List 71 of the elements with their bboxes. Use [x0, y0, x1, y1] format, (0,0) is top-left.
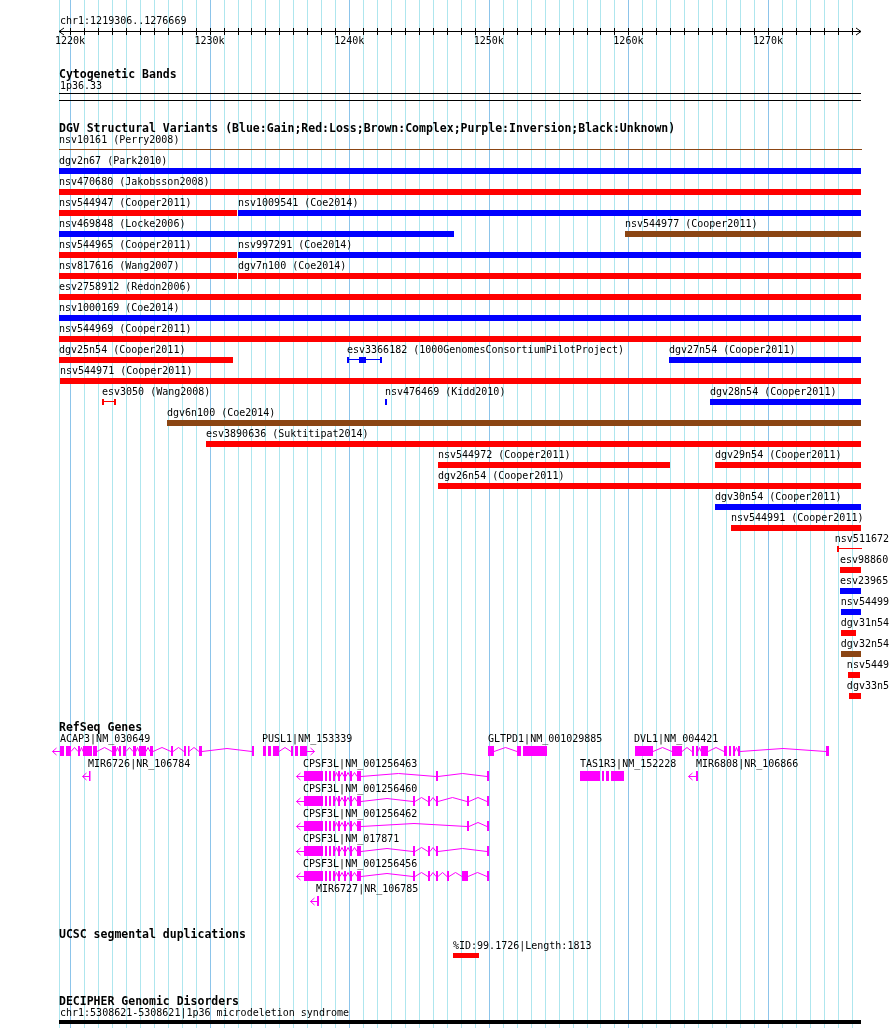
variant-label: nsv544991 (Cooper2011)	[731, 512, 864, 524]
variant-label: dgv29n54 (Cooper2011)	[715, 449, 842, 461]
gene-label: ACAP3|NM_030649	[60, 733, 151, 745]
gene-model	[488, 746, 548, 756]
variant-label: nsv544947 (Cooper2011)	[59, 197, 192, 209]
variant-label: dgv33n5	[846, 680, 889, 692]
track-title: RefSeq Genes	[59, 721, 143, 734]
variant-label: nsv544971 (Cooper2011)	[60, 365, 193, 377]
gene-model	[580, 771, 625, 781]
gene-label: CPSF3L|NM_001256456	[303, 858, 418, 870]
duplication-label: %ID:99.1726|Length:1813	[453, 940, 592, 952]
gene-label: CPSF3L|NM_001256463	[303, 758, 418, 770]
gene-model	[688, 771, 699, 781]
band-label: 1p36.33	[60, 80, 103, 92]
variant-label: nsv544972 (Cooper2011)	[438, 449, 571, 461]
gene-label: GLTPD1|NM_001029885	[488, 733, 603, 745]
variant-label: dgv31n54	[840, 617, 889, 629]
variant-label: dgv27n54 (Cooper2011)	[669, 344, 796, 356]
variant-label: nsv544969 (Cooper2011)	[59, 323, 192, 335]
variant-label: nsv817616 (Wang2007)	[59, 260, 180, 272]
variant-label: dgv32n54	[840, 638, 889, 650]
tick-label: 1230k	[194, 35, 225, 47]
gene-model	[82, 771, 91, 781]
gene-label: TAS1R3|NM_152228	[580, 758, 677, 770]
gene-label: MIR6727|NR_106785	[316, 883, 419, 895]
variant-label: nsv470680 (Jakobsson2008)	[59, 176, 210, 188]
gene-label: MIR6726|NR_106784	[88, 758, 191, 770]
track-title: DECIPHER Genomic Disorders	[59, 995, 239, 1008]
variant-label: esv2758912 (Redon2006)	[59, 281, 192, 293]
variant-label: esv23965	[840, 575, 889, 587]
gene-model	[310, 896, 320, 906]
tick-label: 1240k	[334, 35, 365, 47]
variant-label: nsv5449	[846, 659, 889, 671]
gene-label: CPSF3L|NM_017871	[303, 833, 400, 845]
duplication-bar	[453, 953, 479, 958]
variant-label: dgv25n54 (Cooper2011)	[59, 344, 186, 356]
variant-label: esv98860	[840, 554, 889, 566]
variant-label: nsv1009541 (Coe2014)	[238, 197, 359, 209]
tick-label: 1260k	[613, 35, 644, 47]
variant-label: nsv1000169 (Coe2014)	[59, 302, 180, 314]
tick-label: 1270k	[752, 35, 784, 47]
variant-label: esv3890636 (Suktitipat2014)	[206, 428, 369, 440]
gene-label: CPSF3L|NM_001256460	[303, 783, 418, 795]
gene-label: PUSL1|NM_153339	[262, 733, 353, 745]
gene-label: CPSF3L|NM_001256462	[303, 808, 418, 820]
variant-label: nsv544965 (Cooper2011)	[59, 239, 192, 251]
variant-label: nsv997291 (Coe2014)	[238, 239, 353, 251]
variant-label: esv3050 (Wang2008)	[102, 386, 211, 398]
gene-label: DVL1|NM_004421	[634, 733, 719, 745]
track-title: UCSC segmental duplications	[59, 928, 246, 941]
variant-label: dgv26n54 (Cooper2011)	[438, 470, 565, 482]
variant-label: dgv28n54 (Cooper2011)	[710, 386, 837, 398]
variant-label: dgv7n100 (Coe2014)	[238, 260, 347, 272]
track-title: Cytogenetic Bands	[59, 68, 177, 81]
tick-label: 1220k	[54, 35, 86, 47]
variant-label: nsv10161 (Perry2008)	[59, 134, 180, 146]
variant-label: esv3366182 (1000GenomesConsortiumPilotProject)	[347, 344, 624, 356]
variant-label: nsv476469 (Kidd2010)	[385, 386, 506, 398]
variant-label: nsv511672	[834, 533, 889, 545]
location-label: chr1:1219306..1276669	[60, 15, 187, 27]
gene-model	[263, 746, 315, 756]
tick-label: 1250k	[473, 35, 504, 47]
variant-label: dgv2n67 (Park2010)	[59, 155, 168, 167]
variant-label: nsv54499	[840, 596, 889, 608]
variant-label: nsv469848 (Locke2006)	[59, 218, 186, 230]
variant-label: nsv544977 (Cooper2011)	[625, 218, 758, 230]
variant-label: dgv6n100 (Coe2014)	[167, 407, 276, 419]
disorder-label: chr1:5308621-5308621|1p36 microdeletion syndrome	[60, 1007, 349, 1019]
variant-label: dgv30n54 (Cooper2011)	[715, 491, 842, 503]
track-title: DGV Structural Variants (Blue:Gain;Red:Loss;Brown:Complex;Purple:Inversion;Black:Unknown)	[59, 122, 676, 135]
gene-label: MIR6808|NR_106866	[696, 758, 799, 770]
